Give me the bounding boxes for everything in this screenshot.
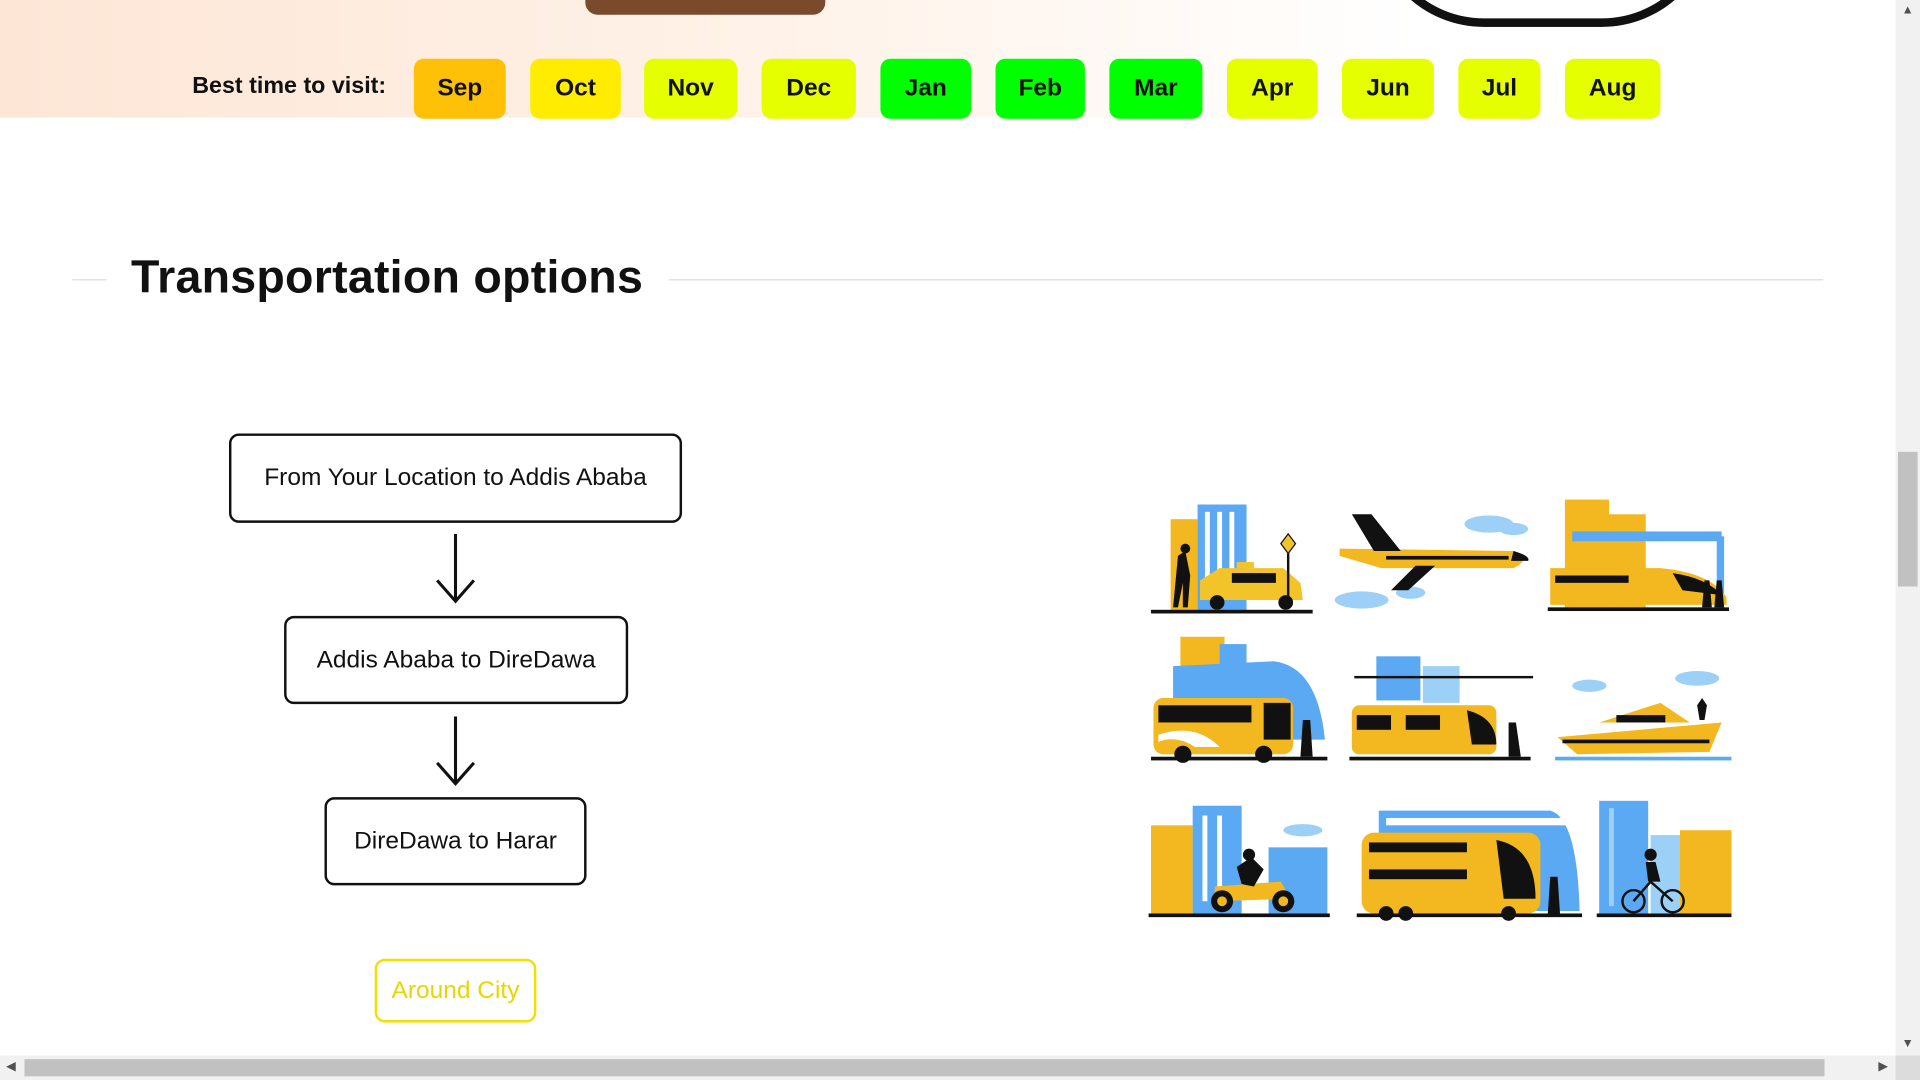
motorcycle-icon <box>1148 805 1330 918</box>
title-rule-right <box>668 279 1824 281</box>
scroll-right-icon[interactable]: ▶ <box>1878 1061 1887 1074</box>
transport-illustration <box>1148 499 1732 921</box>
month-chip-mar[interactable]: Mar <box>1109 58 1203 119</box>
scroll-down-icon[interactable]: ▼ <box>1902 1038 1914 1050</box>
bus-icon <box>1151 636 1328 763</box>
double-decker-bus-icon <box>1356 810 1583 921</box>
hero-photo <box>585 0 826 15</box>
month-chip-aug[interactable]: Aug <box>1564 58 1661 119</box>
month-chip-apr[interactable]: Apr <box>1226 58 1318 119</box>
taxi-icon <box>1151 504 1313 614</box>
month-chip-jul[interactable]: Jul <box>1458 58 1541 119</box>
route-step-3[interactable]: DireDawa to Harar <box>324 797 587 886</box>
month-chip-sep[interactable]: Sep <box>413 58 506 119</box>
month-chip-oct[interactable]: Oct <box>530 58 621 119</box>
route-step-1[interactable]: From Your Location to Addis Ababa <box>228 433 683 523</box>
scroll-up-icon[interactable]: ▲ <box>1902 4 1914 17</box>
scrollbar-corner <box>1895 1055 1920 1080</box>
month-chip-nov[interactable]: Nov <box>644 58 738 119</box>
best-time-label: Best time to visit: <box>192 73 387 100</box>
down-arrow-icon <box>435 716 476 786</box>
month-chip-jan[interactable]: Jan <box>880 58 972 119</box>
month-chip-jun[interactable]: Jun <box>1342 58 1434 119</box>
airplane-icon <box>1334 514 1529 609</box>
yacht-icon <box>1555 671 1732 761</box>
horizontal-scrollbar-thumb[interactable] <box>24 1059 1825 1077</box>
month-chip-feb[interactable]: Feb <box>995 58 1085 119</box>
down-arrow-icon <box>435 533 476 604</box>
route-step-2[interactable]: Addis Ababa to DireDawa <box>284 615 629 705</box>
month-chip-dec[interactable]: Dec <box>761 58 856 119</box>
high-speed-train-icon <box>1547 499 1729 612</box>
vertical-scrollbar-thumb[interactable] <box>1897 451 1918 587</box>
scroll-left-icon[interactable]: ◀ <box>6 1061 15 1074</box>
page: Best time to visit: Sep Oct Nov Dec Jan … <box>0 0 1920 1080</box>
bicycle-icon <box>1596 800 1732 918</box>
section-title: Transportation options <box>131 252 644 304</box>
around-city-button[interactable]: Around City <box>374 958 537 1023</box>
title-rule-left <box>72 279 107 281</box>
tram-icon <box>1349 656 1534 761</box>
